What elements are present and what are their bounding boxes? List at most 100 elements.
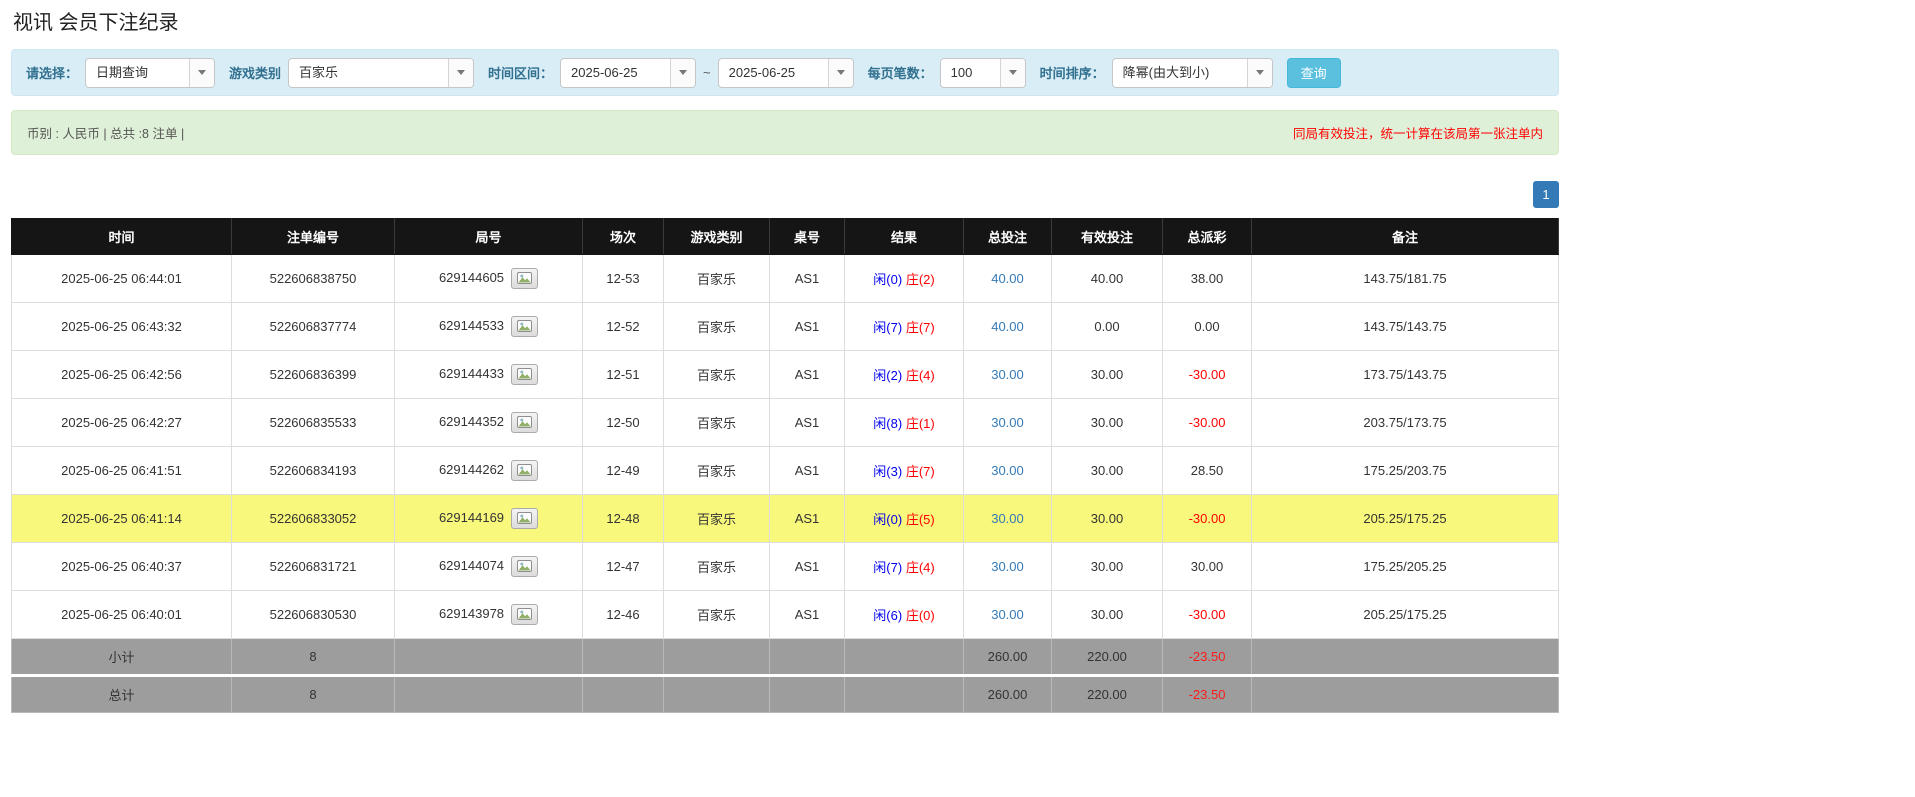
- payout-cell: 28.50: [1163, 447, 1252, 495]
- table-row: 2025-06-25 06:40:37522606831721629144074…: [12, 543, 1559, 591]
- page-title: 视讯 会员下注纪录: [13, 6, 1559, 35]
- note-cell: 175.25/205.25: [1252, 543, 1559, 591]
- filter-group-query-type: 请选择： 日期查询: [26, 58, 215, 88]
- video-replay-button[interactable]: [511, 268, 538, 289]
- video-replay-button[interactable]: [511, 364, 538, 385]
- total-bet-cell: 30.00: [964, 495, 1052, 543]
- bet-id-cell: 522606831721: [232, 543, 395, 591]
- result-cell: 闲(3) 庄(7): [845, 447, 964, 495]
- valid-bet-cell: 30.00: [1052, 351, 1163, 399]
- chevron-down-icon[interactable]: [828, 59, 853, 87]
- table-footer: 小计8260.00220.00-23.50总计8260.00220.00-23.…: [12, 639, 1559, 713]
- video-replay-button[interactable]: [511, 460, 538, 481]
- video-replay-button[interactable]: [511, 604, 538, 625]
- pagination: 1: [11, 181, 1559, 208]
- video-icon: [517, 416, 532, 428]
- result-cell: 闲(0) 庄(5): [845, 495, 964, 543]
- round-cell: 629143978: [395, 591, 583, 639]
- result-cell: 闲(7) 庄(4): [845, 543, 964, 591]
- sort-order-dropdown[interactable]: 降幂(由大到小): [1112, 58, 1273, 88]
- payout-cell: -30.00: [1163, 591, 1252, 639]
- video-icon: [517, 608, 532, 620]
- game-type-dropdown[interactable]: 百家乐: [288, 58, 474, 88]
- total-bet-link[interactable]: 30.00: [991, 463, 1024, 478]
- caret-shape: [1009, 70, 1017, 75]
- valid-bet-cell: 30.00: [1052, 399, 1163, 447]
- grand-total-row: 总计8260.00220.00-23.50: [12, 676, 1559, 713]
- table-body: 2025-06-25 06:44:01522606838750629144605…: [12, 255, 1559, 639]
- note-cell: 173.75/143.75: [1252, 351, 1559, 399]
- summary-payout-cell: -23.50: [1163, 676, 1252, 713]
- result-player: 闲(7): [873, 320, 902, 335]
- video-replay-button[interactable]: [511, 556, 538, 577]
- summary-empty-cell: [583, 676, 664, 713]
- total-bet-link[interactable]: 30.00: [991, 559, 1024, 574]
- table-no-cell: AS1: [770, 399, 845, 447]
- total-bet-link[interactable]: 40.00: [991, 319, 1024, 334]
- chevron-down-icon[interactable]: [189, 59, 214, 87]
- round-number: 629144352: [439, 414, 504, 429]
- column-header: 总派彩: [1163, 219, 1252, 255]
- bet-id-cell: 522606835533: [232, 399, 395, 447]
- total-bet-link[interactable]: 30.00: [991, 415, 1024, 430]
- game-type-cell: 百家乐: [664, 351, 770, 399]
- query-type-value: 日期查询: [86, 59, 189, 87]
- time-cell: 2025-06-25 06:41:51: [12, 447, 232, 495]
- total-bet-link[interactable]: 30.00: [991, 367, 1024, 382]
- round-cell: 629144433: [395, 351, 583, 399]
- valid-bet-cell: 0.00: [1052, 303, 1163, 351]
- payout-cell: -30.00: [1163, 351, 1252, 399]
- date-from-dropdown[interactable]: 2025-06-25: [560, 58, 696, 88]
- total-bet-link[interactable]: 30.00: [991, 511, 1024, 526]
- video-replay-button[interactable]: [511, 412, 538, 433]
- bet-id-cell: 522606830530: [232, 591, 395, 639]
- video-icon: [517, 320, 532, 332]
- chevron-down-icon[interactable]: [448, 59, 473, 87]
- column-header: 游戏类别: [664, 219, 770, 255]
- time-cell: 2025-06-25 06:42:56: [12, 351, 232, 399]
- valid-bet-cell: 40.00: [1052, 255, 1163, 303]
- payout-cell: -30.00: [1163, 399, 1252, 447]
- chevron-down-icon[interactable]: [1247, 59, 1272, 87]
- summary-valid-bet-cell: 220.00: [1052, 676, 1163, 713]
- total-bet-cell: 40.00: [964, 303, 1052, 351]
- caret-shape: [457, 70, 465, 75]
- result-banker: 庄(7): [906, 464, 935, 479]
- video-replay-button[interactable]: [511, 316, 538, 337]
- summary-count-cell: 8: [232, 639, 395, 676]
- column-header: 局号: [395, 219, 583, 255]
- column-header: 总投注: [964, 219, 1052, 255]
- result-cell: 闲(2) 庄(4): [845, 351, 964, 399]
- page-1-button[interactable]: 1: [1533, 181, 1559, 208]
- chevron-down-icon[interactable]: [670, 59, 695, 87]
- video-replay-button[interactable]: [511, 508, 538, 529]
- chevron-down-icon[interactable]: [1000, 59, 1025, 87]
- search-button[interactable]: 查询: [1287, 58, 1341, 88]
- time-cell: 2025-06-25 06:40:01: [12, 591, 232, 639]
- query-type-dropdown[interactable]: 日期查询: [85, 58, 215, 88]
- result-banker: 庄(4): [906, 368, 935, 383]
- payout-cell: 30.00: [1163, 543, 1252, 591]
- per-page-dropdown[interactable]: 100: [940, 58, 1026, 88]
- summary-count-cell: 8: [232, 676, 395, 713]
- round-number: 629143978: [439, 606, 504, 621]
- table-no-cell: AS1: [770, 255, 845, 303]
- time-cell: 2025-06-25 06:43:32: [12, 303, 232, 351]
- column-header: 桌号: [770, 219, 845, 255]
- game-type-cell: 百家乐: [664, 543, 770, 591]
- caret-shape: [1256, 70, 1264, 75]
- time-cell: 2025-06-25 06:42:27: [12, 399, 232, 447]
- caret-shape: [837, 70, 845, 75]
- table-no-cell: AS1: [770, 495, 845, 543]
- caret-shape: [198, 70, 206, 75]
- table-row: 2025-06-25 06:42:27522606835533 629144352…: [12, 399, 1559, 447]
- valid-bet-cell: 30.00: [1052, 543, 1163, 591]
- date-to-dropdown[interactable]: 2025-06-25: [718, 58, 854, 88]
- date-from-value: 2025-06-25: [561, 59, 670, 87]
- note-cell: 143.75/181.75: [1252, 255, 1559, 303]
- total-bet-link[interactable]: 30.00: [991, 607, 1024, 622]
- total-bet-link[interactable]: 40.00: [991, 271, 1024, 286]
- table-row: 2025-06-25 06:40:01522606830530 629143978…: [12, 591, 1559, 639]
- date-range-separator: ~: [703, 65, 711, 80]
- game-type-cell: 百家乐: [664, 255, 770, 303]
